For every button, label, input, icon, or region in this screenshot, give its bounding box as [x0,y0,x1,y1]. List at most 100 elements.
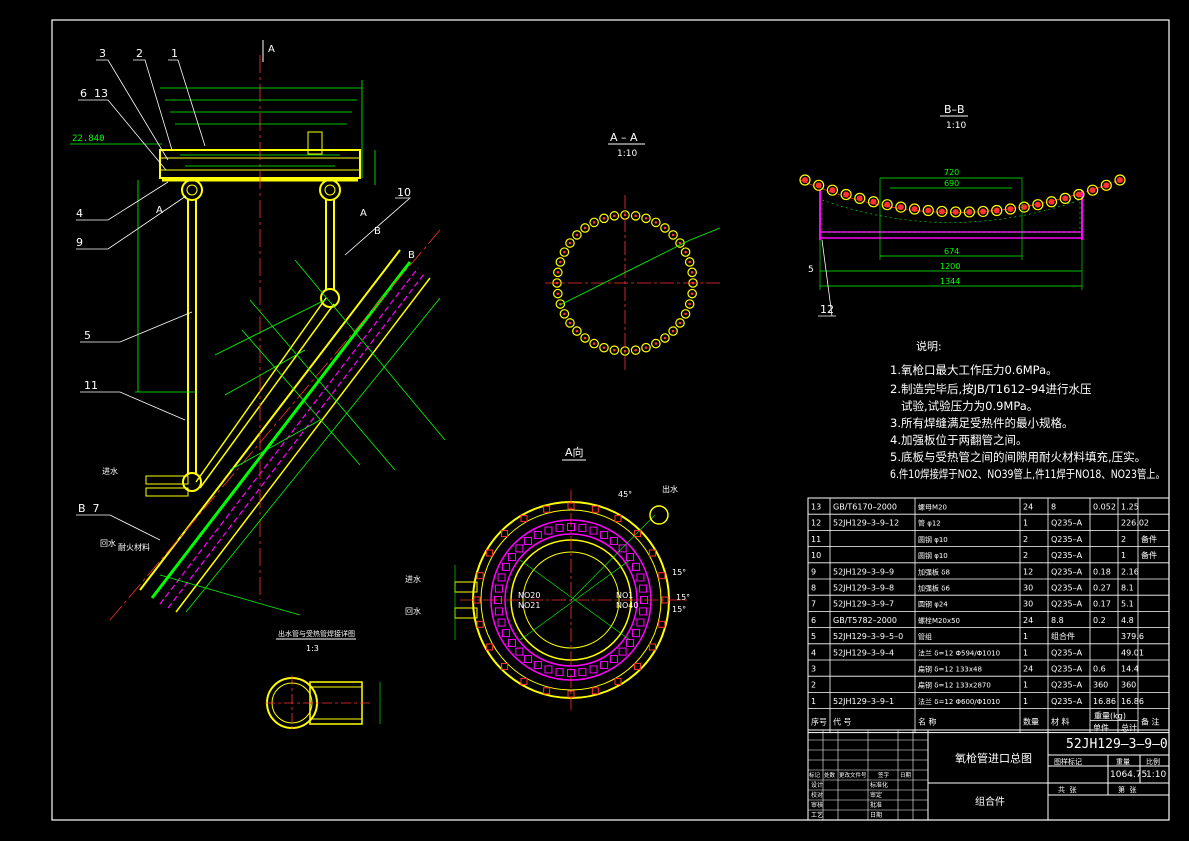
bb-dim-1344: 1344 [940,277,960,286]
bolt-hole [543,687,551,695]
tube-center [663,226,667,230]
tube-slot [501,562,510,571]
balloon-11: 11 [84,379,98,392]
balloon-3: 3 [99,47,106,60]
cad-drawing: 22.840 A A A B B 1 2 3 6 13 4 9 10 5 11 … [51,19,1170,821]
tb-weight: 1064.75 [1110,770,1147,780]
balloon-4: 4 [76,207,83,220]
bom-cell: Q235–A [1051,535,1083,544]
bom-cell: Q235–A [1051,665,1083,674]
tb-col-weight: 重量 [1116,758,1130,766]
tube-center [1062,195,1069,202]
bom-cell: Q235–A [1051,519,1083,528]
bom-cell: 2.16 [1121,567,1139,576]
bolt-hole [591,687,599,695]
tube-slot [497,573,506,582]
tube-slot [626,638,635,647]
bom-header-cell: 备 注 [1141,717,1160,727]
bolt-hole [501,662,509,670]
view-a: A向 NO20 NO21 NO1 NO40 进水 回水 出水 45° 15° 1… [405,445,690,710]
tube-slot [632,562,641,571]
tube-center [568,241,572,245]
bom-table: 13 GB/T6170–2000 螺母M20 24 8 0.052 1.2512 52JH12… [807,497,1170,734]
view-a-title: A向 [565,445,584,459]
tube-center [980,208,987,215]
tb-sheet-total: 共 张 [1058,785,1076,794]
tube-slot [515,544,524,553]
section-aa-title: A – A [610,131,638,144]
tube-center [556,271,560,274]
tube-center [644,217,648,220]
water-out-label: 回水 [100,538,116,548]
bolt-hole [658,620,666,628]
bom-cell: 14.4 [1121,665,1139,674]
tube-center [602,217,606,220]
bom-cell: 0.2 [1093,616,1106,625]
bom-cell: 12 [1023,567,1033,576]
tube-center [644,346,648,349]
va-angle-15c: 15° [672,605,686,614]
bom-cell: 13 [811,503,821,512]
tube-slot [618,647,627,656]
bom-cell: 2 [1023,535,1028,544]
va-water-in: 进水 [405,574,421,584]
tube-slot [639,584,648,593]
note-2b: 试验,试验压力为0.9MPa。 [890,399,1038,413]
fire-material-label: 耐火材料 [118,542,150,552]
bom-cell: 9 [811,567,816,576]
bom-cell: 螺栓M20x50 [918,616,960,625]
section-b-mark-2: B [408,250,415,261]
bom-cell: 5.1 [1121,600,1134,609]
bom-header-cell: 名 称 [918,717,937,727]
tube-slot [555,668,564,677]
bom-cell: 30 [1023,600,1033,609]
bom-header-cell: 单件 [1093,723,1109,733]
title-block: 标记 处数 更改文件号 签字 日期设计校对审核工艺标准化审定批准日期 52JH129–3… [807,729,1170,821]
bb-side-5: 5 [808,265,814,275]
bom-cell: 1 [1023,519,1028,528]
tube-center [690,292,694,295]
tube-slot [507,553,516,562]
bom-cell: 8 [1051,503,1056,512]
tube-center [925,207,932,214]
tube-slot [524,655,533,664]
va-outlet: 出水 [662,484,678,494]
sign-role: 批准 [870,801,882,809]
bolt-hole [633,662,641,670]
bom-cell: 8.1 [1121,584,1134,593]
bb-dim-720: 720 [944,168,959,177]
tube-center [678,241,682,245]
tube-center [688,302,691,306]
tube-center [911,206,918,213]
bom-cell: 圆钢 φ10 [918,551,948,560]
bom-cell: 1 [1023,632,1028,641]
tube-center [583,336,587,340]
sign-role: 工艺 [811,811,823,819]
bom-cell: 16.86 [1093,697,1116,706]
bom-cell: 1.25 [1121,503,1139,512]
tb-col-mark: 图样标记 [1054,757,1082,766]
bom-cell: 2 [1121,535,1126,544]
bom-cell: 管组 [918,632,932,641]
tube-slot [639,607,648,616]
balloon-2: 2 [136,47,143,60]
tube-center [1117,177,1123,183]
bolt-hole [501,530,509,538]
bom-cell: 1 [1023,697,1028,706]
bom-cell: 360 [1093,681,1108,690]
tube-center [684,312,687,316]
bom-cell: Q235–A [1051,648,1083,657]
bom-cell: 加强板 δ8 [918,567,950,576]
tube-slot [544,665,553,674]
bolt-hole [543,505,551,513]
sign-role: 审定 [870,791,882,799]
tube-slot [600,530,609,539]
bom-cell: 0.052 [1093,503,1116,512]
tb-sheet-no: 第 张 [1118,785,1136,794]
weld-detail: 出水管与受热管焊接详图 1:3 [265,629,381,732]
tube-center [563,312,566,316]
tube-center [870,198,877,205]
note-6: 6.件10焊接焊于NO2、NO39管上,件11焊于NO18、NO23管上。 [890,467,1165,481]
tube-center [634,348,637,352]
bom-cell: 52JH129–3–9–8 [833,584,894,593]
